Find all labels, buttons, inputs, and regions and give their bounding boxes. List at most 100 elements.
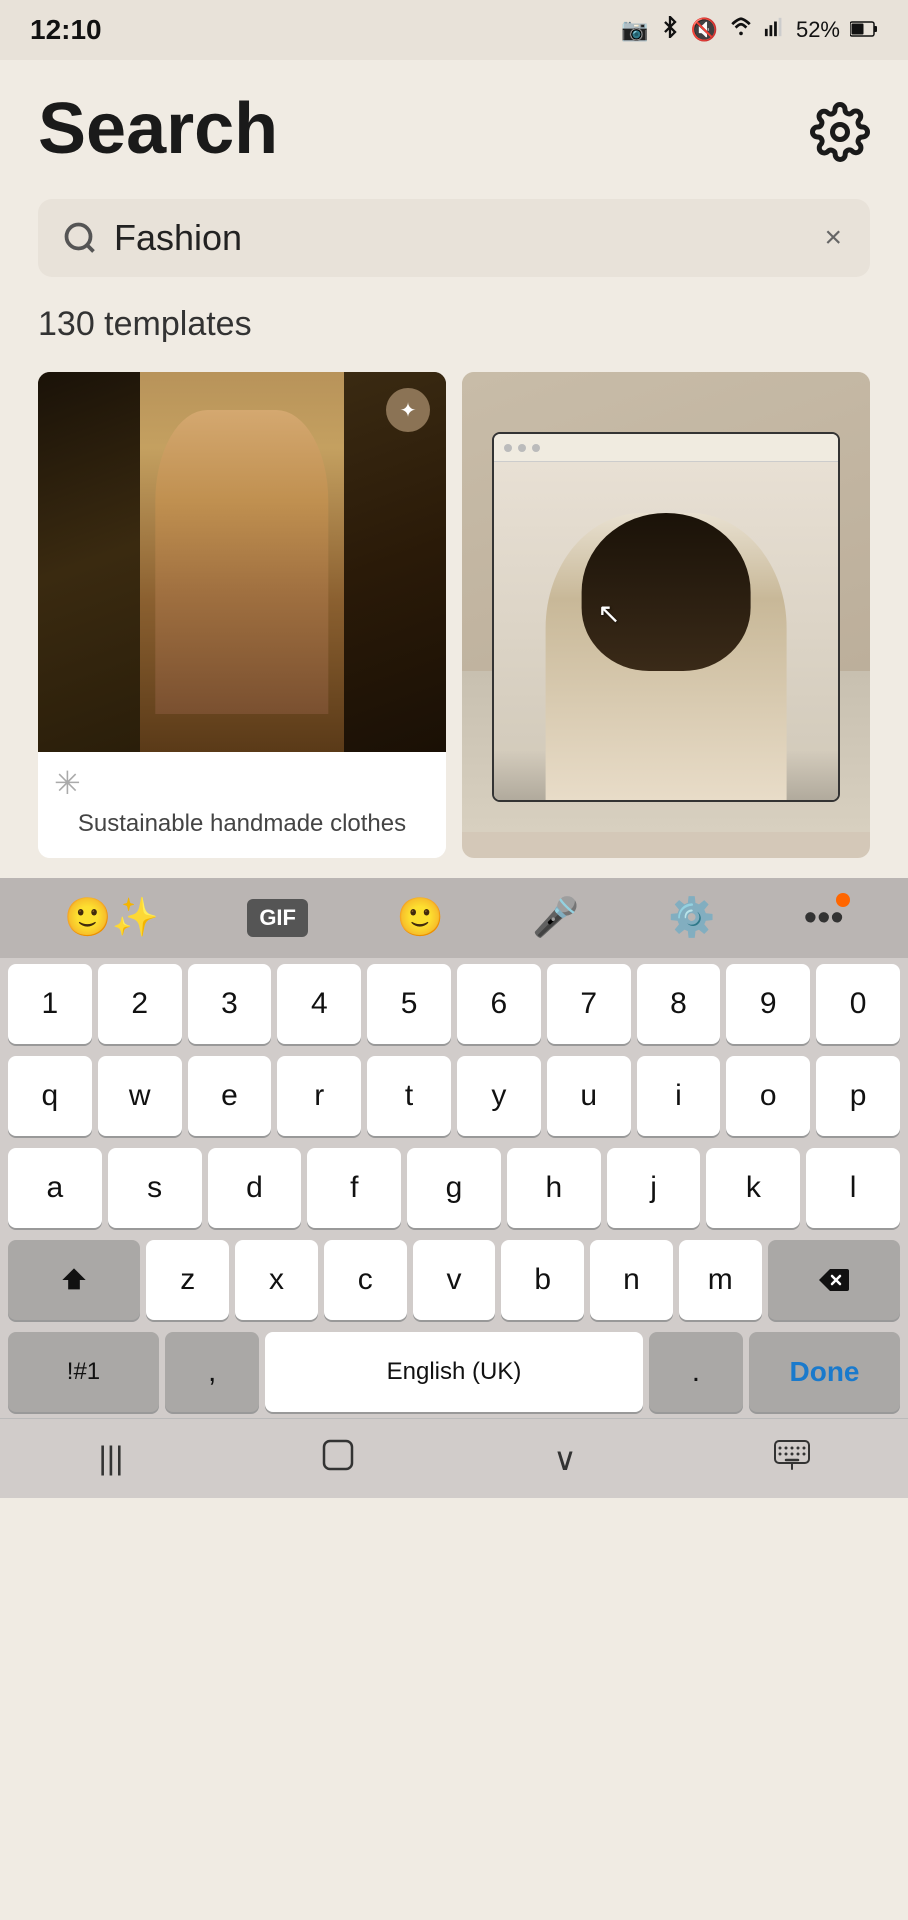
hair — [582, 513, 751, 671]
keyboard-toolbar: 🙂✨ GIF 🙂 🎤 ⚙️ ••• — [0, 878, 908, 958]
key-e[interactable]: e — [188, 1056, 272, 1136]
starburst-icon: ✳ — [54, 764, 430, 802]
status-time: 12:10 — [30, 14, 102, 46]
key-c[interactable]: c — [324, 1240, 407, 1320]
key-1[interactable]: 1 — [8, 964, 92, 1044]
sticker-button[interactable]: 🙂✨ — [64, 896, 159, 940]
key-a[interactable]: a — [8, 1148, 102, 1228]
key-d[interactable]: d — [208, 1148, 302, 1228]
recents-button[interactable]: ∨ — [553, 1440, 576, 1478]
key-i[interactable]: i — [637, 1056, 721, 1136]
key-x[interactable]: x — [235, 1240, 318, 1320]
key-q[interactable]: q — [8, 1056, 92, 1136]
templates-count: 130 templates — [38, 305, 870, 344]
shift-key[interactable] — [8, 1240, 140, 1320]
template-card-1[interactable]: ✦ ✳ Sustainable handmade clothes — [38, 372, 446, 858]
space-key[interactable]: English (UK) — [265, 1332, 642, 1412]
key-o[interactable]: o — [726, 1056, 810, 1136]
key-j[interactable]: j — [607, 1148, 701, 1228]
comma-key[interactable]: , — [165, 1332, 259, 1412]
period-key[interactable]: . — [649, 1332, 743, 1412]
bottom-row: !#1 , English (UK) . Done — [0, 1326, 908, 1418]
key-k[interactable]: k — [706, 1148, 800, 1228]
wifi-icon — [728, 16, 754, 44]
settings-icon[interactable] — [810, 102, 870, 162]
app-area: Search Fashion × 130 templates — [0, 60, 908, 878]
qwerty-row: q w e r t y u i o p — [0, 1050, 908, 1142]
key-5[interactable]: 5 — [367, 964, 451, 1044]
symbols-key[interactable]: !#1 — [8, 1332, 159, 1412]
key-v[interactable]: v — [413, 1240, 496, 1320]
key-u[interactable]: u — [547, 1056, 631, 1136]
collage-img-center — [140, 372, 344, 752]
camera-icon: 📷 — [621, 17, 648, 43]
bluetooth-icon — [659, 16, 681, 44]
more-button[interactable]: ••• — [804, 897, 844, 940]
browser-dot-1 — [504, 444, 512, 452]
zxcv-row: z x c v b n m — [0, 1234, 908, 1326]
done-key[interactable]: Done — [749, 1332, 900, 1412]
browser-bar — [494, 434, 838, 462]
collage-left — [38, 372, 140, 752]
number-row: 1 2 3 4 5 6 7 8 9 0 — [0, 958, 908, 1050]
key-y[interactable]: y — [457, 1056, 541, 1136]
emoji-button[interactable]: 🙂 — [396, 896, 443, 940]
battery-percent: 52% — [796, 17, 840, 43]
key-3[interactable]: 3 — [188, 964, 272, 1044]
key-r[interactable]: r — [277, 1056, 361, 1136]
key-m[interactable]: m — [679, 1240, 762, 1320]
browser-dot-3 — [532, 444, 540, 452]
key-z[interactable]: z — [146, 1240, 229, 1320]
keyboard-toggle-button[interactable] — [774, 1440, 810, 1478]
template-card-2[interactable]: ↖ — [462, 372, 870, 858]
search-icon — [62, 220, 98, 256]
templates-grid: ✦ ✳ Sustainable handmade clothes — [38, 372, 870, 858]
header: Search — [38, 90, 870, 169]
premium-icon: ✦ — [400, 398, 417, 423]
notification-dot — [836, 893, 850, 907]
home-button[interactable] — [320, 1437, 356, 1481]
key-9[interactable]: 9 — [726, 964, 810, 1044]
collage-img-left — [38, 372, 140, 752]
browser-dot-2 — [518, 444, 526, 452]
key-n[interactable]: n — [590, 1240, 673, 1320]
collage-img-right — [344, 372, 446, 752]
keyboard-area: 🙂✨ GIF 🙂 🎤 ⚙️ ••• 1 2 3 4 5 6 7 8 9 0 q … — [0, 878, 908, 1418]
status-bar: 12:10 📷 🔇 52% — [0, 0, 908, 60]
gif-button[interactable]: GIF — [247, 899, 308, 937]
key-8[interactable]: 8 — [637, 964, 721, 1044]
key-h[interactable]: h — [507, 1148, 601, 1228]
key-6[interactable]: 6 — [457, 964, 541, 1044]
key-2[interactable]: 2 — [98, 964, 182, 1044]
mic-button[interactable]: 🎤 — [532, 896, 579, 940]
card-right-inner: ↖ — [462, 372, 870, 832]
keyboard-settings-button[interactable]: ⚙️ — [668, 896, 715, 940]
backspace-key[interactable] — [768, 1240, 900, 1320]
key-w[interactable]: w — [98, 1056, 182, 1136]
key-g[interactable]: g — [407, 1148, 501, 1228]
card-bottom: ✳ Sustainable handmade clothes — [38, 752, 446, 858]
key-7[interactable]: 7 — [547, 964, 631, 1044]
clear-button[interactable]: × — [820, 217, 846, 259]
key-f[interactable]: f — [307, 1148, 401, 1228]
key-p[interactable]: p — [816, 1056, 900, 1136]
key-0[interactable]: 0 — [816, 964, 900, 1044]
face-silhouette — [155, 410, 328, 714]
signal-icon — [764, 16, 786, 44]
key-s[interactable]: s — [108, 1148, 202, 1228]
key-b[interactable]: b — [501, 1240, 584, 1320]
collage-right — [344, 372, 446, 752]
key-t[interactable]: t — [367, 1056, 451, 1136]
cursor-icon: ↖ — [597, 597, 620, 630]
browser-content: ↖ — [494, 462, 838, 800]
back-button[interactable]: ||| — [98, 1440, 123, 1477]
key-l[interactable]: l — [806, 1148, 900, 1228]
search-input[interactable]: Fashion — [114, 217, 804, 259]
person-back — [546, 513, 787, 800]
premium-badge: ✦ — [386, 388, 430, 432]
search-bar[interactable]: Fashion × — [38, 199, 870, 277]
battery-icon — [850, 17, 878, 43]
key-4[interactable]: 4 — [277, 964, 361, 1044]
card-caption: Sustainable handmade clothes — [54, 810, 430, 838]
collage-center — [140, 372, 344, 752]
